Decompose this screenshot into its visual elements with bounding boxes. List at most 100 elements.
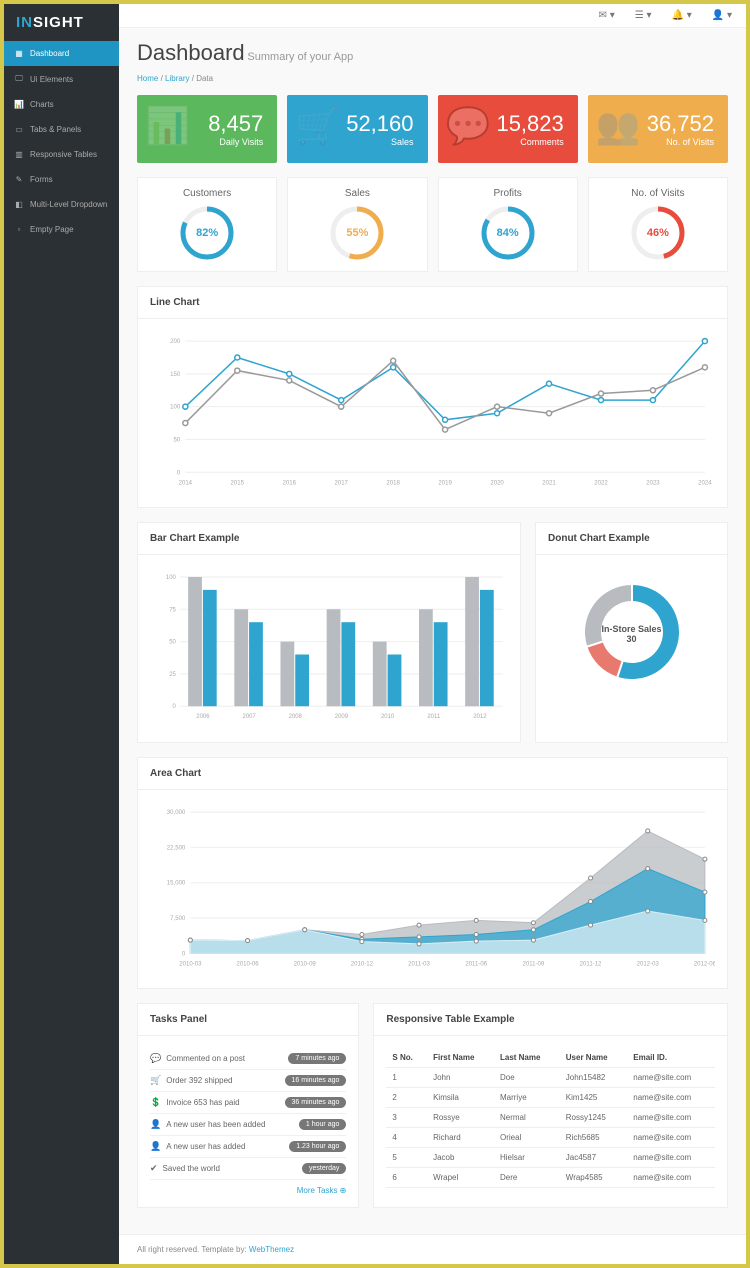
nav-icon: ◧ (14, 200, 24, 209)
area-chart: 07,50015,00022,50030,0002010-032010-0620… (150, 802, 715, 974)
nav-icon: ▦ (14, 49, 24, 58)
table-row[interactable]: 2KimsilaMarriyeKim1425name@site.com (386, 1088, 715, 1108)
breadcrumb-library[interactable]: Library (165, 74, 189, 83)
table-cell: Orieal (494, 1128, 560, 1148)
table-cell: Kim1425 (560, 1088, 627, 1108)
area-chart-title: Area Chart (138, 758, 727, 790)
sidebar: INSIGHT ▦Dashboard🖵Ui Elements📊Charts▭Ta… (4, 4, 119, 1264)
sidebar-item-dashboard[interactable]: ▦Dashboard (4, 41, 119, 66)
table-row[interactable]: 1JohnDoeJohn15482name@site.com (386, 1068, 715, 1088)
alerts-icon[interactable]: 🔔 ▾ (672, 10, 692, 21)
svg-text:2023: 2023 (646, 480, 660, 486)
task-badge: 16 minutes ago (285, 1075, 347, 1086)
sidebar-item-charts[interactable]: 📊Charts (4, 92, 119, 117)
table-cell: Wrapel (427, 1168, 494, 1188)
nav-label: Charts (30, 100, 54, 109)
task-item[interactable]: ✔Saved the worldyesterday (150, 1158, 346, 1180)
svg-text:150: 150 (170, 372, 181, 378)
sidebar-item-forms[interactable]: ✎Forms (4, 167, 119, 192)
task-item[interactable]: 🛒Order 392 shipped 16 minutes ago (150, 1070, 346, 1092)
topbar: ✉ ▾ ☰ ▾ 🔔 ▾ 👤 ▾ (119, 4, 746, 28)
metric-title: No. of Visits (599, 188, 717, 199)
table-row[interactable]: 6WrapelDereWrap4585name@site.com (386, 1168, 715, 1188)
sidebar-item-empty-page[interactable]: ▫Empty Page (4, 217, 119, 242)
task-badge: 1 hour ago (299, 1119, 346, 1130)
svg-text:2011-12: 2011-12 (580, 961, 602, 967)
line-chart: 0501001502002014201520162017201820192020… (150, 331, 715, 492)
table-row[interactable]: 5JacobHielsarJac4587name@site.com (386, 1148, 715, 1168)
table-cell: 3 (386, 1108, 427, 1128)
svg-text:25: 25 (169, 672, 176, 678)
page-title: Dashboard (137, 40, 245, 65)
svg-text:2016: 2016 (283, 480, 297, 486)
user-icon[interactable]: 👤 ▾ (712, 10, 732, 21)
footer-text: All right reserved. Template by: (137, 1245, 249, 1254)
metric-card: Sales 55% (287, 177, 427, 272)
svg-text:2020: 2020 (490, 480, 504, 486)
table-row[interactable]: 3RossyeNermalRossy1245name@site.com (386, 1108, 715, 1128)
more-tasks-link[interactable]: More Tasks ⊕ (150, 1186, 346, 1195)
table-row[interactable]: 4RichardOriealRich5685name@site.com (386, 1128, 715, 1148)
nav-icon: ▥ (14, 150, 24, 159)
footer-link[interactable]: WebThemez (249, 1245, 294, 1254)
table-cell: name@site.com (627, 1168, 715, 1188)
svg-text:100: 100 (170, 405, 181, 411)
donut-center-value: 30 (601, 634, 661, 644)
metric-donut: 84% (480, 205, 536, 261)
svg-text:200: 200 (170, 339, 181, 345)
svg-text:75: 75 (169, 608, 176, 614)
svg-text:100: 100 (166, 575, 177, 581)
metric-pct: 46% (647, 227, 669, 239)
logo: INSIGHT (4, 4, 119, 41)
stat-card[interactable]: 👥36,752No. of Visits (588, 95, 728, 163)
svg-text:0: 0 (177, 470, 181, 476)
nav-label: Tabs & Panels (30, 125, 81, 134)
sidebar-item-tabs-panels[interactable]: ▭Tabs & Panels (4, 117, 119, 142)
metric-donut: 46% (630, 205, 686, 261)
table-cell: Richard (427, 1128, 494, 1148)
table-cell: 6 (386, 1168, 427, 1188)
task-item[interactable]: 👤A new user has been added1 hour ago (150, 1114, 346, 1136)
logo-part2: SIGHT (33, 14, 84, 31)
svg-text:2014: 2014 (179, 480, 193, 486)
task-badge: 7 minutes ago (288, 1053, 346, 1064)
svg-text:15,000: 15,000 (167, 880, 186, 886)
logo-part1: IN (16, 14, 33, 31)
task-text: 🛒Order 392 shipped (150, 1075, 232, 1086)
task-item[interactable]: 👤A new user has added1.23 hour ago (150, 1136, 346, 1158)
content: Dashboard Summary of your App Home / Lib… (119, 28, 746, 1234)
svg-text:2011-09: 2011-09 (523, 961, 545, 967)
line-chart-panel: Line Chart 05010015020020142015201620172… (137, 286, 728, 508)
svg-text:2018: 2018 (386, 480, 400, 486)
svg-text:2008: 2008 (289, 715, 303, 721)
nav-label: Ui Elements (30, 75, 73, 84)
task-icon: 🛒 (150, 1075, 161, 1085)
area-chart-panel: Area Chart 07,50015,00022,50030,0002010-… (137, 757, 728, 990)
svg-text:2021: 2021 (542, 480, 556, 486)
stat-icon: 📊 (145, 105, 190, 147)
table: S No.First NameLast NameUser NameEmail I… (386, 1048, 715, 1188)
breadcrumb-home[interactable]: Home (137, 74, 158, 83)
svg-text:2017: 2017 (334, 480, 348, 486)
svg-text:2006: 2006 (196, 715, 210, 721)
metric-card: Customers 82% (137, 177, 277, 272)
mail-icon[interactable]: ✉ ▾ (599, 10, 615, 21)
stat-icon: 🛒 (295, 105, 340, 147)
sidebar-item-multi-level-dropdown[interactable]: ◧Multi-Level Dropdown (4, 192, 119, 217)
table-header: Email ID. (627, 1048, 715, 1068)
page-subtitle: Summary of your App (247, 51, 353, 63)
task-item[interactable]: 💬Commented on a post7 minutes ago (150, 1048, 346, 1070)
breadcrumb-data: Data (196, 74, 213, 83)
stat-card[interactable]: 💬15,823Comments (438, 95, 578, 163)
sidebar-item-responsive-tables[interactable]: ▥Responsive Tables (4, 142, 119, 167)
task-item[interactable]: 💲Invoice 653 has paid36 minutes ago (150, 1092, 346, 1114)
table-cell: John15482 (560, 1068, 627, 1088)
tasks-icon[interactable]: ☰ ▾ (635, 10, 652, 21)
nav-icon: ✎ (14, 175, 24, 184)
donut-chart-title: Donut Chart Example (536, 523, 727, 555)
stat-card[interactable]: 🛒52,160Sales (287, 95, 427, 163)
svg-text:30,000: 30,000 (167, 810, 186, 816)
stat-card[interactable]: 📊8,457Daily Visits (137, 95, 277, 163)
footer: All right reserved. Template by: WebThem… (119, 1234, 746, 1264)
sidebar-item-ui-elements[interactable]: 🖵Ui Elements (4, 66, 119, 92)
